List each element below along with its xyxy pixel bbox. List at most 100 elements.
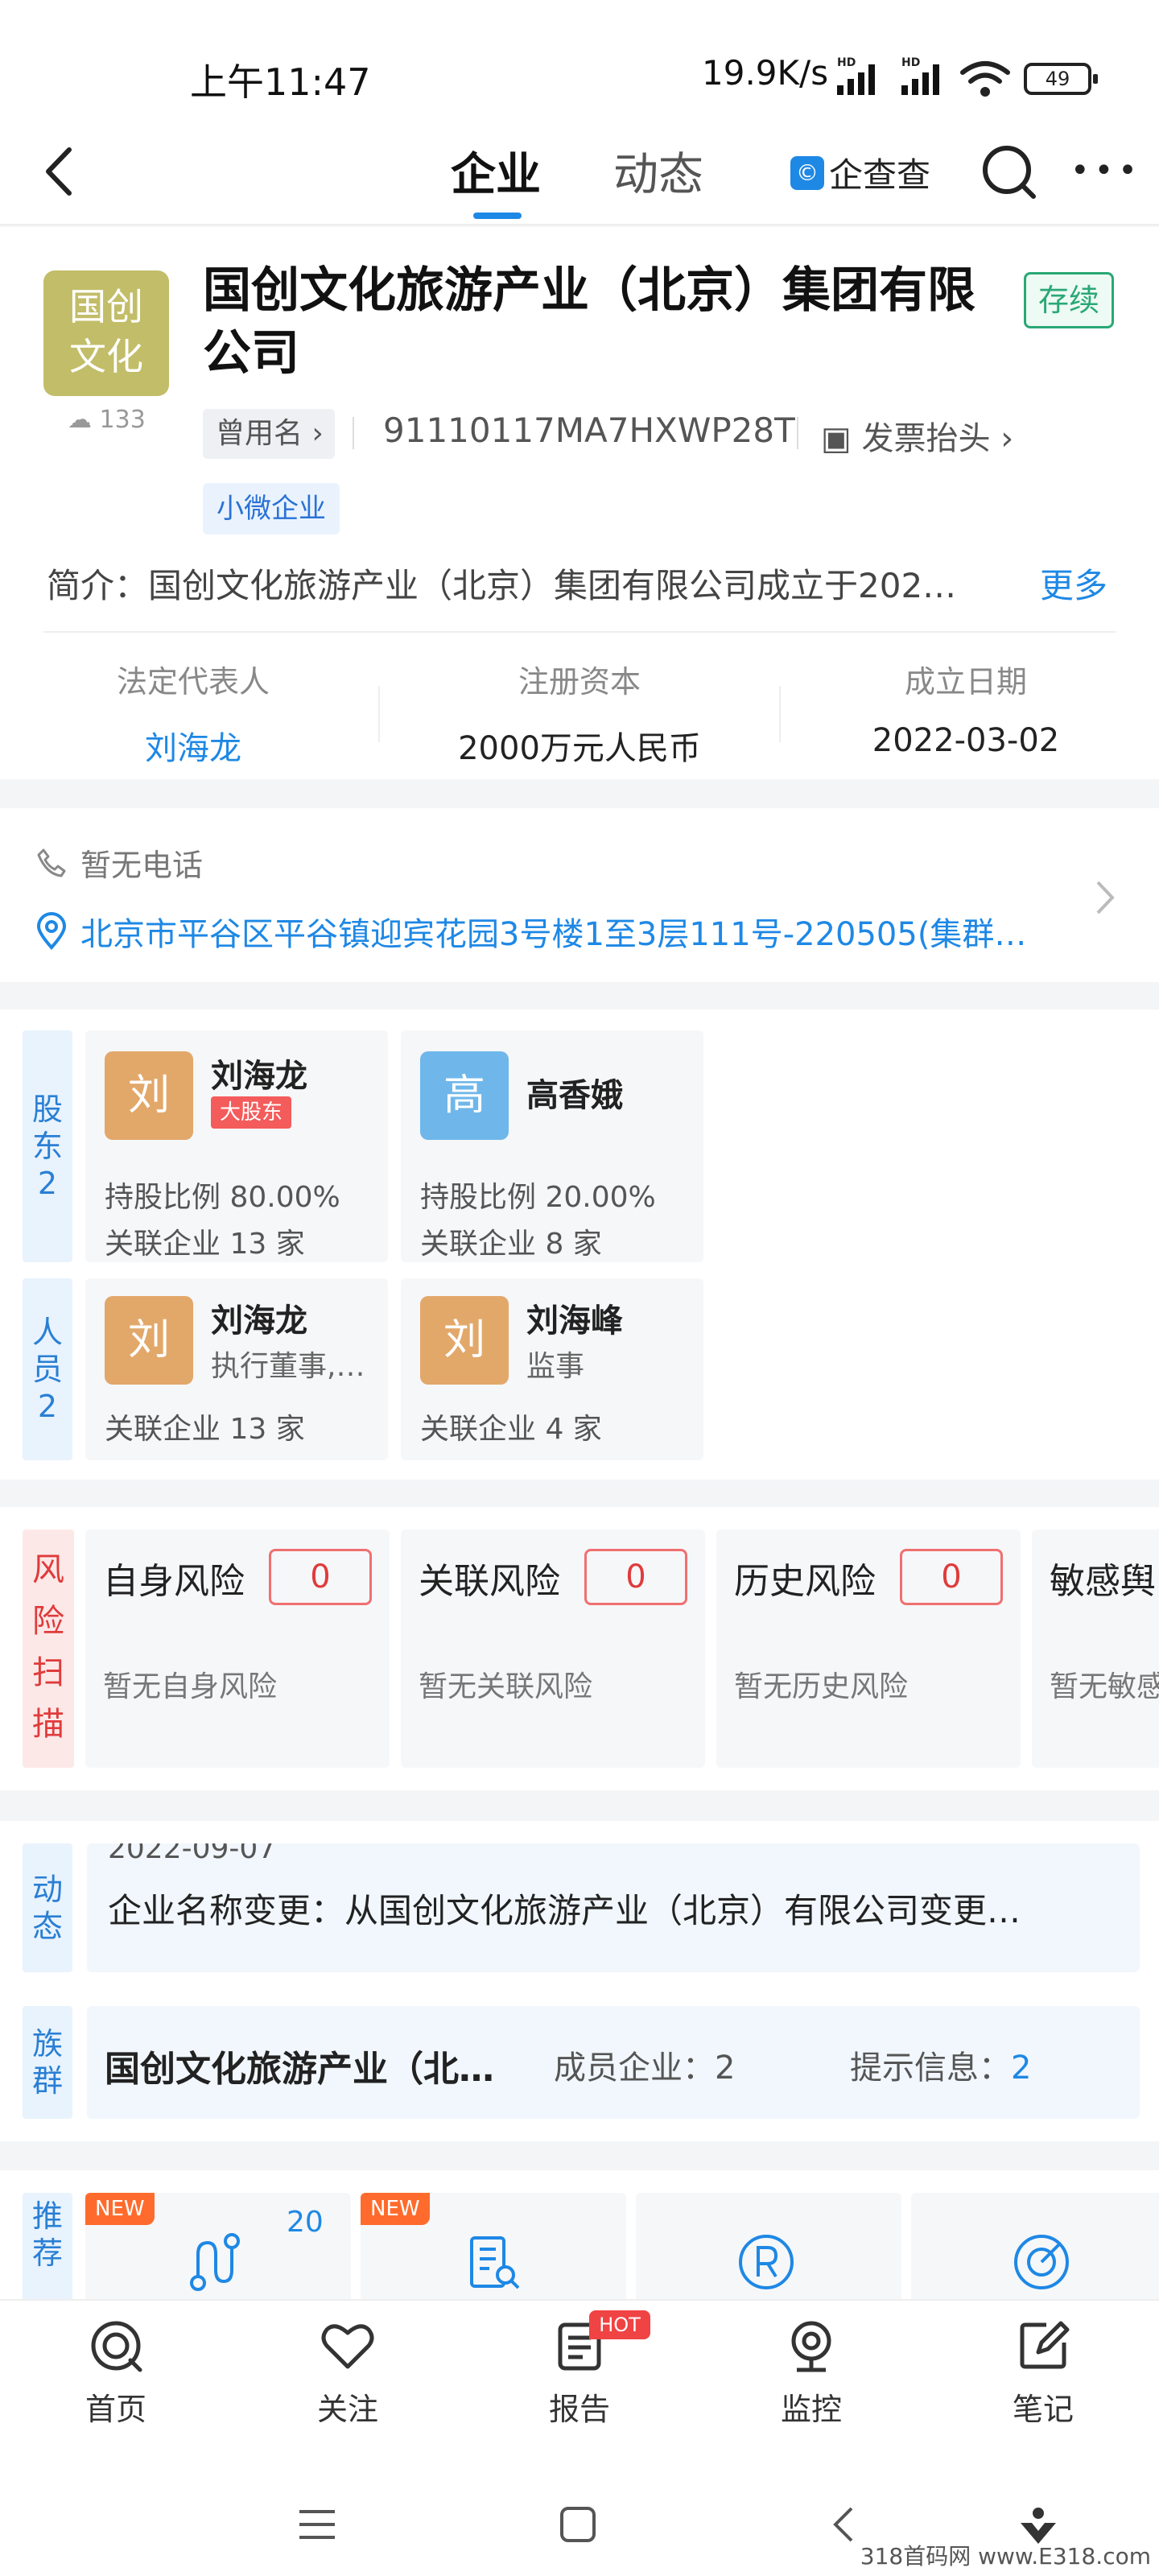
personnel-card[interactable]: 刘 刘海龙 执行董事,… 关联企业 13 家 [85, 1278, 388, 1460]
group-hints: 提示信息：2 [850, 2050, 1032, 2087]
contact-section[interactable]: 暂无电话 北京市平谷区平谷镇迎宾花园3号楼1至3层111号-220505(集群… [0, 808, 1159, 982]
legal-rep-name[interactable]: 刘海龙 [32, 722, 354, 769]
shareholder-card[interactable]: 高 高香娥 持股比例 20.00% 关联企业 8 家 [401, 1030, 703, 1262]
signal-icon [901, 63, 939, 95]
risk-count: 0 [584, 1549, 687, 1605]
tab-company[interactable]: 企业 [451, 138, 541, 204]
group-members: 成员企业：2 [554, 2050, 736, 2087]
divider [797, 417, 798, 449]
menu-icon[interactable] [296, 2507, 338, 2542]
tab-home[interactable]: 首页 [52, 2317, 180, 2429]
person-name[interactable]: 刘海峰 [526, 1294, 623, 1341]
risk-card-sensitive[interactable]: 敏感舆 暂无敏感 [1032, 1530, 1159, 1768]
building-search-icon [470, 2236, 520, 2289]
tab-report[interactable]: HOT 报告 [515, 2310, 650, 2429]
new-badge: NEW [361, 2193, 430, 2225]
battery-icon: 49 [1024, 63, 1098, 95]
related-companies: 关联企业 13 家 [105, 1228, 305, 1261]
recommend-card[interactable] [636, 2193, 901, 2299]
major-shareholder-tag: 大股东 [211, 1096, 291, 1129]
recommend-card[interactable]: NEW 20 [85, 2193, 351, 2299]
group-name: 国创文化旅游产业（北… [105, 2049, 494, 2090]
legal-rep[interactable]: 法定代表人 刘海龙 [32, 657, 354, 769]
divider [378, 686, 380, 742]
tab-dynamic[interactable]: 动态 [613, 138, 703, 204]
radar-icon [1014, 2235, 1069, 2289]
tab-underline [473, 213, 522, 219]
address-row[interactable]: 北京市平谷区平谷镇迎宾花园3号楼1至3层111号-220505(集群… [35, 908, 1050, 955]
person-name[interactable]: 刘海龙 [211, 1050, 307, 1096]
home-square-icon[interactable] [559, 2505, 597, 2544]
group-row[interactable]: 国创文化旅游产业（北… 成员企业：2 提示信息：2 [87, 2006, 1140, 2119]
person-role: 执行董事,… [211, 1350, 365, 1383]
signal-icon [837, 63, 875, 95]
recommend-card[interactable] [911, 2193, 1159, 2299]
chevron-right-icon[interactable] [1093, 877, 1117, 918]
status-badge: 存续 [1024, 272, 1114, 328]
personnel-label[interactable]: 人 员 2 [23, 1278, 72, 1460]
risk-subtitle: 暂无敏感 [1050, 1670, 1159, 1703]
group-label[interactable]: 族 群 [23, 2006, 72, 2119]
recommend-card[interactable]: NEW [361, 2193, 626, 2299]
risk-card-related[interactable]: 关联风险 0 暂无关联风险 [401, 1530, 705, 1768]
avatar: 刘 [105, 1051, 193, 1140]
tab-notes[interactable]: 笔记 [979, 2317, 1107, 2429]
brand-icon: © [790, 155, 824, 190]
related-companies: 关联企业 13 家 [105, 1413, 305, 1446]
size-tag[interactable]: 小微企业 [203, 483, 340, 535]
chevron-right-icon: › [303, 417, 324, 450]
wifi-icon [960, 61, 1010, 97]
divider [43, 631, 1116, 633]
chevron-right-icon: › [990, 420, 1014, 457]
personnel-card[interactable]: 刘 刘海峰 监事 关联企业 4 家 [401, 1278, 703, 1460]
bottom-tab-bar: 首页 关注 HOT 报告 监控 笔记 [0, 2299, 1159, 2463]
share-ratio: 持股比例 80.00% [105, 1181, 340, 1214]
phone-row[interactable]: 暂无电话 [35, 840, 203, 885]
tab-follow[interactable]: 关注 [283, 2317, 412, 2429]
dynamic-label[interactable]: 动 态 [23, 1843, 72, 1972]
risk-card-history[interactable]: 历史风险 0 暂无历史风险 [716, 1530, 1021, 1768]
view-count: ☁ 133 [68, 406, 146, 434]
back-icon[interactable] [37, 143, 85, 200]
related-companies: 关联企业 4 家 [420, 1413, 602, 1446]
back-triangle-icon[interactable] [829, 2504, 856, 2545]
risk-scan-label[interactable]: 风 险 扫 描 [23, 1530, 74, 1768]
dynamic-row[interactable]: 2022-09-07 企业名称变更：从国创文化旅游产业（北京）有限公司变更… [87, 1843, 1140, 1972]
phone-icon [37, 848, 66, 877]
monitor-icon [791, 2321, 831, 2372]
person-role: 监事 [526, 1350, 585, 1383]
risk-title: 自身风险 [103, 1561, 245, 1602]
location-icon [36, 912, 67, 951]
shareholders-label[interactable]: 股 东 2 [23, 1030, 72, 1262]
more-icon[interactable]: ••• [1070, 155, 1142, 187]
brand-name: 企查查 [829, 155, 931, 195]
divider [779, 686, 781, 742]
dynamic-text: 企业名称变更：从国创文化旅游产业（北京）有限公司变更… [108, 1891, 1021, 1930]
invoice-button[interactable]: ▣ 发票抬头 › [821, 412, 1013, 459]
watermark: 318首码网 www.E318.com [860, 2543, 1151, 2570]
intro-more-link[interactable]: 更多 [1040, 559, 1107, 608]
credit-code[interactable]: 91110117MA7HXWP28T [383, 411, 795, 450]
person-name[interactable]: 刘海龙 [211, 1294, 307, 1341]
company-intro[interactable]: 简介：国创文化旅游产业（北京）集团有限公司成立于202… [47, 559, 1029, 608]
search-icon[interactable] [980, 143, 1038, 201]
recommend-label[interactable]: 推 荐 [23, 2193, 72, 2299]
tab-monitor[interactable]: 监控 [747, 2317, 876, 2429]
recommend-section: 推 荐 NEW 20 NEW [0, 2170, 1159, 2299]
former-name-button[interactable]: 曾用名 › [203, 409, 335, 459]
person-name[interactable]: 高香娥 [526, 1069, 623, 1116]
hot-badge: HOT [589, 2310, 650, 2339]
trademark-icon [739, 2235, 794, 2289]
registered-capital: 注册资本 2000万元人民币 [458, 664, 701, 767]
network-speed: 19.9K/s [702, 53, 829, 93]
system-nav-bar: 318首码网 www.E318.com [0, 2463, 1159, 2576]
company-header: 国创 文化 ☁ 133 国创文化旅游产业（北京）集团有限公司 存续 曾用名 › … [0, 227, 1159, 779]
risk-card-self[interactable]: 自身风险 0 暂无自身风险 [85, 1530, 390, 1768]
heart-icon [321, 2324, 374, 2369]
invoice-icon: ▣ [821, 420, 862, 457]
eye-icon: ☁ [68, 406, 100, 434]
founded-date: 成立日期 2022-03-02 [872, 664, 1060, 759]
brand-logo: © 企查查 [790, 148, 930, 197]
recommend-count: 20 [287, 2206, 324, 2239]
shareholder-card[interactable]: 刘 刘海龙 大股东 持股比例 80.00% 关联企业 13 家 [85, 1030, 388, 1262]
